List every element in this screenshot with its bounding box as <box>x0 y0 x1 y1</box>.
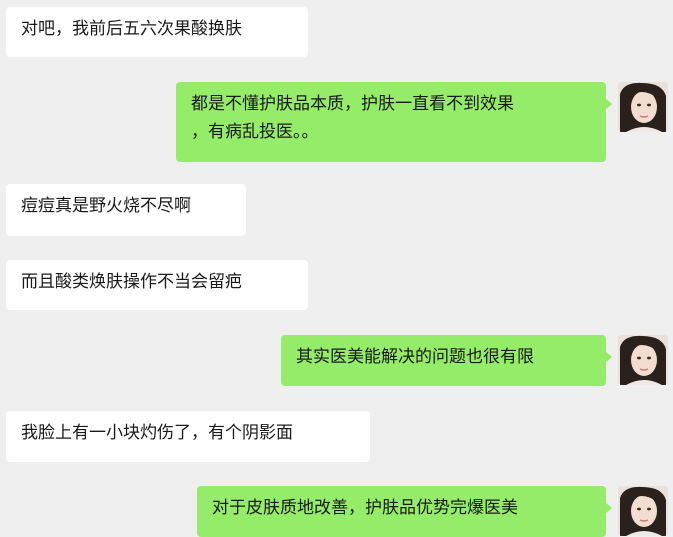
chat-history[interactable]: 对吧，我前后五六次果酸换肤 都是不懂护肤品本质，护肤一直看不到效果 ，有病乱投医… <box>0 0 673 537</box>
user-avatar-icon[interactable] <box>618 82 668 132</box>
incoming-message[interactable]: 对吧，我前后五六次果酸换肤 <box>6 7 308 57</box>
outgoing-message[interactable]: 其实医美能解决的问题也很有限 <box>281 335 612 386</box>
user-avatar-icon[interactable] <box>618 335 668 385</box>
incoming-message[interactable]: 痘痘真是野火烧不尽啊 <box>6 184 246 236</box>
user-avatar-icon[interactable] <box>618 486 668 536</box>
incoming-message[interactable]: 而且酸类焕肤操作不当会留疤 <box>6 260 308 310</box>
incoming-message[interactable]: 我脸上有一小块灼伤了，有个阴影面 <box>6 411 370 462</box>
outgoing-message[interactable]: 对于皮肤质地改善，护肤品优势完爆医美 <box>197 486 612 537</box>
outgoing-message[interactable]: 都是不懂护肤品本质，护肤一直看不到效果 ，有病乱投医。。 <box>176 82 612 162</box>
